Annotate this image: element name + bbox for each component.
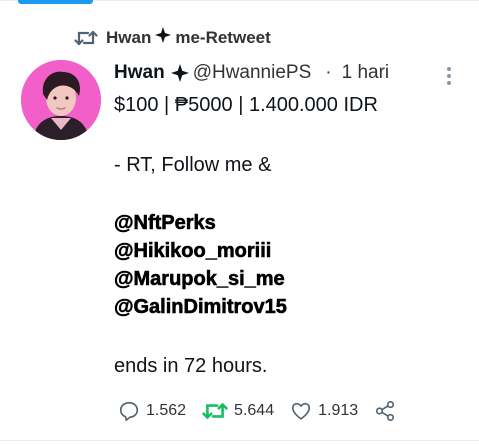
retweet-count: 5.644 (234, 402, 275, 419)
mention-link[interactable]: @Hikikoo_moriii (114, 238, 272, 264)
reply-count: 1.562 (146, 402, 187, 419)
sparkle-badge-icon (155, 27, 172, 48)
like-icon (290, 400, 312, 422)
tweet-line-instruction: - RT, Follow me & (114, 154, 272, 176)
retweet-action-icon (202, 400, 228, 422)
share-button[interactable] (374, 400, 396, 422)
tweet-time[interactable]: 1 hari (342, 62, 390, 84)
bottom-divider (0, 440, 479, 441)
tweet-header: Hwan @HwanniePS · 1 hari (114, 62, 389, 84)
author-name[interactable]: Hwan (114, 62, 165, 84)
like-button[interactable]: 1.913 (290, 400, 358, 422)
retweet-icon (74, 28, 98, 48)
reply-icon (118, 400, 140, 422)
mention-link[interactable]: @NftPerks (114, 210, 216, 236)
tab-indicator (18, 0, 93, 4)
retweet-header[interactable]: Hwan me-Retweet (74, 27, 271, 48)
sparkle-badge-icon (170, 64, 189, 82)
mention-link[interactable]: @Marupok_si_me (114, 266, 285, 292)
more-icon[interactable] (444, 66, 454, 91)
share-icon (374, 400, 396, 422)
tweet-line-prices: $100 | ₱5000 | 1.400.000 IDR (114, 94, 378, 116)
tweet-line-ending: ends in 72 hours. (114, 355, 268, 377)
tweet-actions: 1.562 5.644 1.913 (118, 400, 412, 422)
author-handle[interactable]: @HwanniePS (193, 62, 312, 84)
avatar[interactable] (21, 60, 101, 140)
retweeter-name[interactable]: Hwan (106, 28, 151, 48)
retweet-suffix: me-Retweet (175, 27, 271, 47)
avatar-image (21, 60, 101, 140)
mention-link[interactable]: @GalinDimitrov15 (114, 294, 287, 320)
retweet-button[interactable]: 5.644 (202, 400, 274, 422)
separator-dot: · (325, 62, 332, 83)
reply-button[interactable]: 1.562 (118, 400, 186, 422)
like-count: 1.913 (318, 402, 359, 419)
